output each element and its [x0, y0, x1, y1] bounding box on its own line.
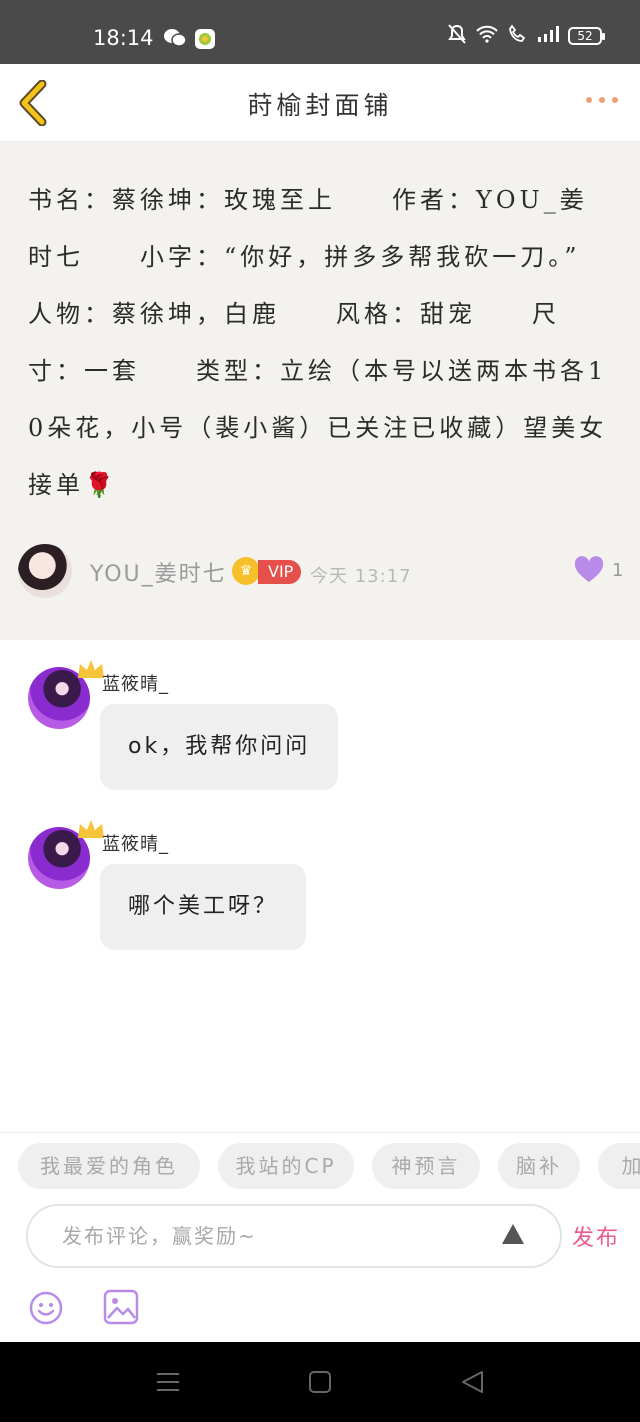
chip-prophecy[interactable]: 神预言	[372, 1143, 480, 1189]
crown-icon: ♛	[232, 557, 260, 585]
app-notification-icon	[194, 28, 216, 54]
more-dot	[599, 97, 605, 103]
home-icon[interactable]	[308, 1370, 332, 1398]
wechat-icon	[163, 28, 187, 52]
system-nav-bar	[0, 1342, 640, 1422]
post-body: 书名：蔡徐坤：玫瑰至上 作者：YOU_姜时七 小字：“你好，拼多多帮我砍一刀。”…	[28, 186, 637, 499]
comment-bubble[interactable]: ok，我帮你问问	[100, 704, 339, 790]
send-arrow-icon[interactable]	[500, 1222, 526, 1246]
chip-add[interactable]: 加	[598, 1143, 640, 1189]
like-count: 1	[612, 560, 624, 581]
signal-icon	[537, 25, 559, 47]
wifi-icon	[475, 25, 499, 47]
menu-icon[interactable]	[156, 1370, 180, 1398]
publish-button[interactable]: 发布	[572, 1220, 620, 1252]
chip-favorite-character[interactable]: 我最爱的角色	[18, 1143, 200, 1189]
heart-icon[interactable]	[574, 556, 604, 584]
commenter-name[interactable]: 蓝筱晴_	[102, 670, 169, 696]
back-triangle-icon[interactable]	[460, 1370, 484, 1398]
image-icon[interactable]	[102, 1288, 140, 1326]
more-dots-icon	[586, 97, 592, 103]
chip-my-cp[interactable]: 我站的CP	[218, 1143, 354, 1189]
emoji-icon[interactable]	[28, 1290, 64, 1326]
chip-headcanon[interactable]: 脑补	[498, 1143, 580, 1189]
author-name[interactable]: YOU_姜时七	[90, 556, 227, 588]
more-button[interactable]	[586, 97, 618, 103]
mute-icon	[448, 24, 466, 48]
more-dot	[612, 97, 618, 103]
battery-icon: 52	[568, 27, 605, 45]
topic-chips: 我最爱的角色 我站的CP 神预言 脑补 加	[0, 1132, 640, 1198]
status-time: 18:14	[93, 26, 154, 50]
post-card: 书名：蔡徐坤：玫瑰至上 作者：YOU_姜时七 小字：“你好，拼多多帮我砍一刀。”…	[0, 142, 640, 640]
post-time: 今天 13:17	[310, 566, 412, 587]
post-meta: YOU_姜时七 ♛ VIP 今天 13:17 1	[18, 542, 624, 602]
author-avatar[interactable]	[18, 544, 72, 598]
vip-badge: VIP	[258, 560, 302, 584]
top-nav: 莳榆封面铺	[0, 64, 640, 142]
commenter-name[interactable]: 蓝筱晴_	[102, 830, 169, 856]
comment-list: 蓝筱晴_ ok，我帮你问问 蓝筱晴_ 哪个美工呀？	[0, 640, 640, 1130]
status-bar: 18:14 52	[0, 0, 640, 64]
comment-input-wrap	[26, 1204, 562, 1268]
comment-input[interactable]	[62, 1218, 482, 1254]
call-icon	[508, 24, 528, 48]
page-title: 莳榆封面铺	[247, 91, 393, 120]
comment-bubble[interactable]: 哪个美工呀？	[100, 864, 307, 950]
status-icons: 52	[448, 24, 605, 48]
